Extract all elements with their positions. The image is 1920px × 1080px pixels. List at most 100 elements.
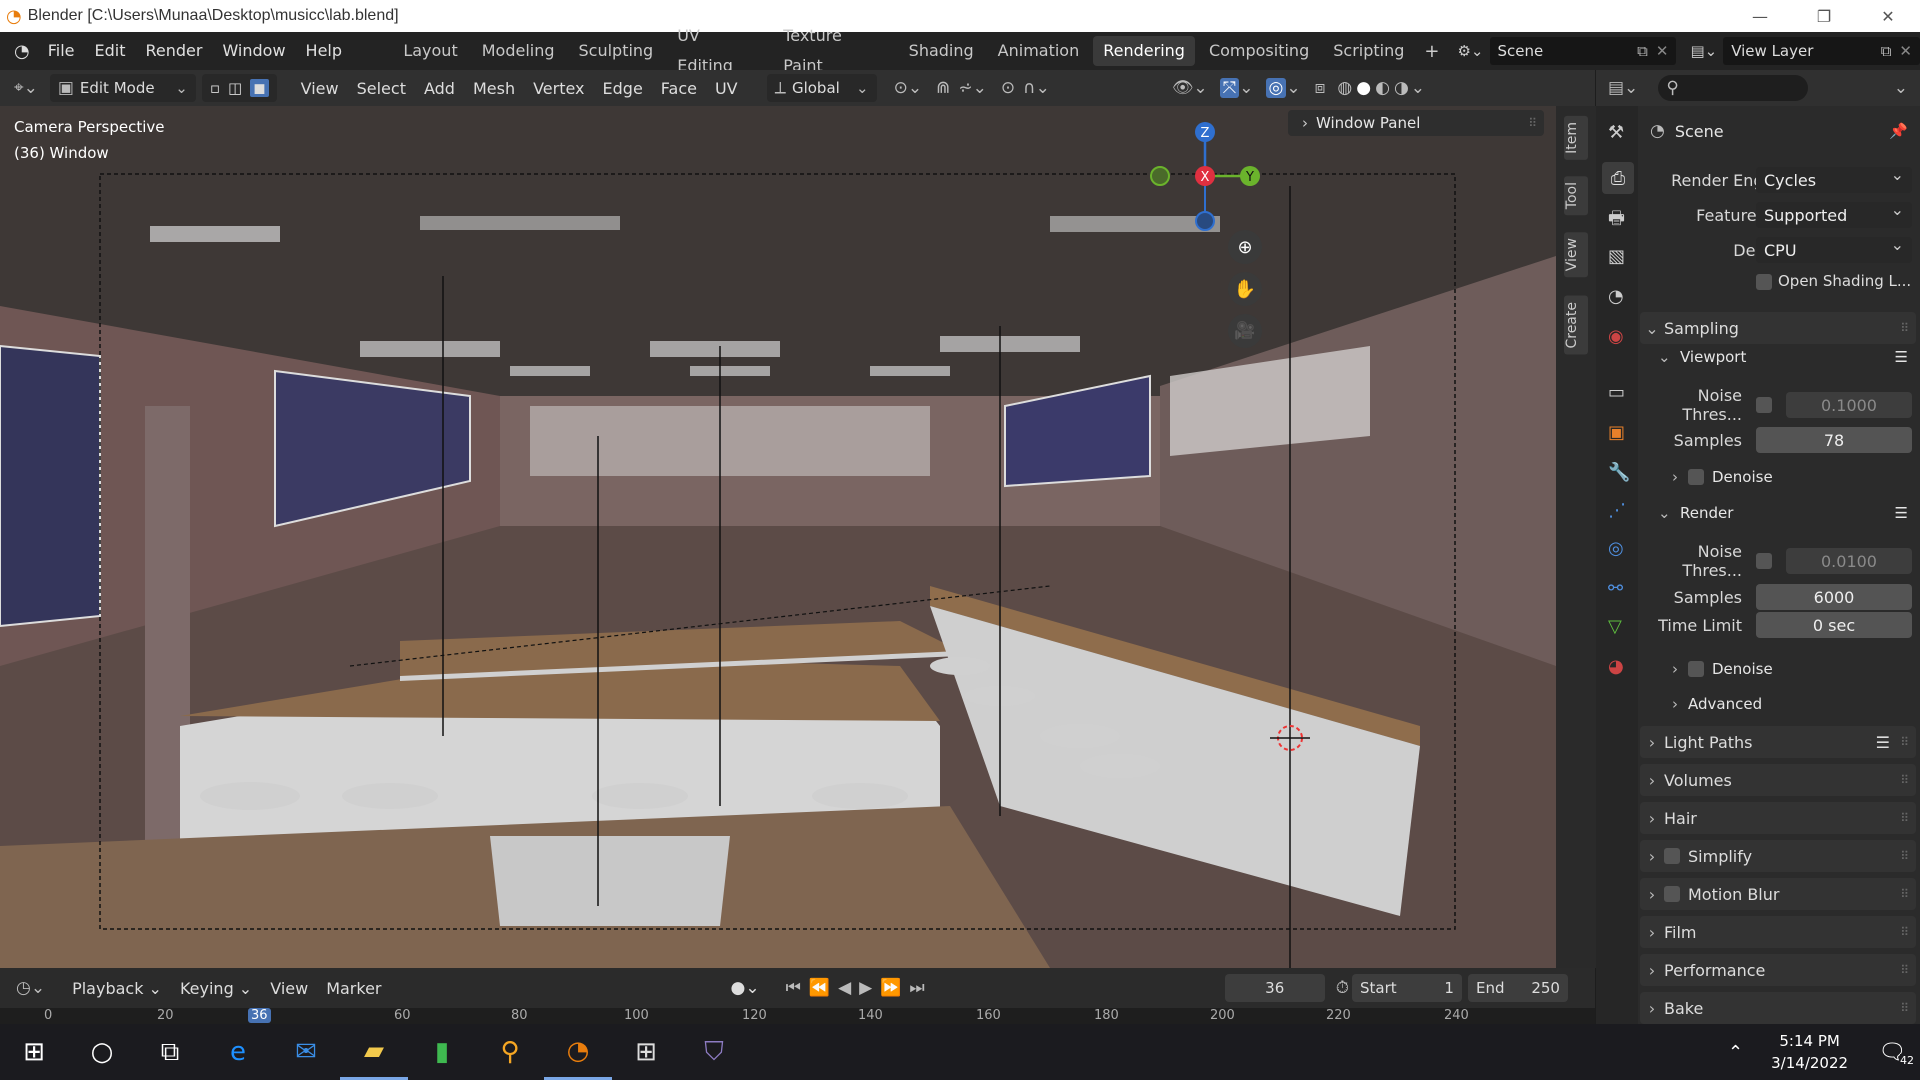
menu-vertex[interactable]: Vertex	[524, 79, 593, 98]
tab-tool[interactable]: Tool	[1564, 176, 1588, 216]
snap-target-icon[interactable]: ⩫⌄	[958, 78, 987, 98]
add-workspace-icon[interactable]: +	[1424, 41, 1439, 62]
render-samples-field[interactable]: 6000	[1756, 584, 1912, 610]
tab-item[interactable]: Item	[1564, 116, 1588, 160]
restore-button[interactable]: ❐	[1792, 0, 1856, 32]
search-circle-icon[interactable]: ○	[68, 1024, 136, 1080]
preset-list-icon[interactable]: ☰	[1876, 733, 1890, 752]
motion-blur-checkbox[interactable]	[1664, 886, 1680, 902]
play-icon[interactable]: ▶	[859, 978, 872, 998]
tool-properties-icon[interactable]: ⚒	[1608, 122, 1624, 143]
volumes-panel-header[interactable]: › Volumes ⠿	[1640, 764, 1916, 796]
camera-view-icon[interactable]: 🎥	[1228, 314, 1262, 348]
view-layer-icon[interactable]: ▤⌄	[1690, 42, 1717, 60]
falloff-icon[interactable]: ∩⌄	[1023, 78, 1050, 98]
view-layer-field[interactable]: View Layer ⧉ ✕	[1723, 37, 1920, 65]
menu-help[interactable]: Help	[296, 32, 352, 70]
edge-select-icon[interactable]: ◫	[228, 79, 242, 97]
overlays-icon[interactable]: ◎	[1265, 78, 1287, 98]
device-dropdown[interactable]: CPU	[1756, 235, 1912, 263]
transform-orientation-dropdown[interactable]: ⟂ Global ⌄	[766, 74, 877, 102]
render-denoise-checkbox[interactable]	[1688, 661, 1704, 677]
hair-panel-header[interactable]: › Hair ⠿	[1640, 802, 1916, 834]
jump-next-keyframe-icon[interactable]: ⏩	[880, 978, 901, 998]
proportional-edit-icon[interactable]: ⊙	[1001, 78, 1015, 98]
viewport-denoise-row[interactable]: › Denoise	[1672, 468, 1773, 486]
data-properties-icon[interactable]: ▽	[1608, 616, 1622, 637]
menu-render[interactable]: Render	[135, 32, 212, 70]
new-view-layer-icon[interactable]: ⧉	[1881, 42, 1892, 60]
render-noise-threshold-field[interactable]: 0.0100	[1786, 548, 1912, 574]
store-icon[interactable]: ⊞	[612, 1024, 680, 1080]
motion-blur-panel-header[interactable]: › Motion Blur ⠿	[1640, 878, 1916, 910]
viewport-samples-field[interactable]: 78	[1756, 427, 1912, 453]
simplify-checkbox[interactable]	[1664, 848, 1680, 864]
new-scene-icon[interactable]: ⧉	[1637, 42, 1648, 60]
properties-search-field[interactable]: ⚲	[1658, 75, 1809, 101]
solid-shading-icon[interactable]: ●	[1356, 78, 1371, 98]
jump-prev-keyframe-icon[interactable]: ⏪	[809, 978, 830, 998]
material-shading-icon[interactable]: ◐	[1375, 78, 1390, 98]
vertex-select-icon[interactable]: ▫	[210, 79, 220, 97]
green-app-icon[interactable]: ▮	[408, 1024, 476, 1080]
properties-editor-type-icon[interactable]: ▤⌄	[1608, 78, 1638, 98]
performance-panel-header[interactable]: › Performance ⠿	[1640, 954, 1916, 986]
tab-animation[interactable]: Animation	[988, 36, 1090, 66]
render-subpanel-header[interactable]: ⌄ Render ☰	[1658, 504, 1918, 522]
blender-taskbar-icon[interactable]: ◔	[544, 1024, 612, 1080]
overlays-dropdown-icon[interactable]: ⌄	[1286, 78, 1300, 98]
preset-list-icon[interactable]: ☰	[1895, 348, 1908, 366]
jump-end-icon[interactable]: ⏭	[909, 978, 924, 998]
windows-start-icon[interactable]: ⊞	[0, 1024, 68, 1080]
wireframe-shading-icon[interactable]: ◍	[1337, 78, 1352, 98]
particles-properties-icon[interactable]: ⋰	[1608, 500, 1626, 521]
zoom-icon[interactable]: ⊕	[1228, 230, 1262, 264]
rendered-shading-icon[interactable]: ◑	[1394, 78, 1409, 98]
playback-menu[interactable]: Playback ⌄	[63, 979, 171, 998]
current-frame-field[interactable]: 36	[1224, 974, 1325, 1002]
menu-uv[interactable]: UV	[706, 79, 747, 98]
tab-layout[interactable]: Layout	[393, 36, 467, 66]
tab-rendering[interactable]: Rendering	[1093, 36, 1195, 66]
blender-menu-icon[interactable]: ◔	[14, 41, 30, 62]
tab-modeling[interactable]: Modeling	[472, 36, 565, 66]
xray-icon[interactable]: ⧈	[1315, 78, 1326, 98]
scene-selector-icon[interactable]: ⚙⌄	[1457, 42, 1483, 60]
navigation-gizmo[interactable]: Z X Y	[1140, 106, 1270, 236]
viewport-subpanel-header[interactable]: ⌄ Viewport ☰	[1658, 348, 1918, 366]
tab-compositing[interactable]: Compositing	[1199, 36, 1319, 66]
physics-properties-icon[interactable]: ◎	[1608, 538, 1624, 559]
constraints-properties-icon[interactable]: ⚯	[1608, 578, 1623, 599]
render-engine-dropdown[interactable]: Cycles	[1756, 165, 1912, 193]
play-reverse-icon[interactable]: ◀	[838, 978, 851, 998]
notifications-icon[interactable]: 🗨 42	[1878, 1040, 1914, 1067]
menu-edge[interactable]: Edge	[594, 79, 652, 98]
keying-menu[interactable]: Keying ⌄	[171, 979, 261, 998]
file-explorer-icon[interactable]: ▰	[340, 1024, 408, 1080]
editor-type-icon[interactable]: ⌖⌄	[14, 78, 38, 98]
face-select-icon[interactable]: ◼	[250, 79, 269, 97]
viewport-noise-threshold-field[interactable]: 0.1000	[1786, 392, 1912, 418]
viewport-denoise-checkbox[interactable]	[1688, 469, 1704, 485]
tab-view[interactable]: View	[1564, 232, 1588, 278]
tab-sculpting[interactable]: Sculpting	[569, 36, 664, 66]
output-properties-icon[interactable]: 🖶	[1608, 206, 1625, 236]
minimize-button[interactable]: —	[1728, 0, 1792, 32]
current-frame-marker[interactable]: 36	[248, 1008, 271, 1023]
menu-face[interactable]: Face	[652, 79, 706, 98]
menu-view[interactable]: View	[292, 79, 348, 98]
mode-dropdown[interactable]: ▣ Edit Mode ⌄	[49, 74, 196, 102]
render-denoise-row[interactable]: › Denoise	[1672, 660, 1773, 678]
material-properties-icon[interactable]: ◕	[1608, 656, 1624, 677]
timeline-editor-type-icon[interactable]: ◷⌄	[16, 978, 45, 998]
menu-select[interactable]: Select	[348, 79, 415, 98]
edge-browser-icon[interactable]: e	[204, 1024, 272, 1080]
auto-keying-icon[interactable]: ●⌄	[731, 978, 760, 998]
3d-viewport[interactable]: Camera Perspective (36) Window › Window …	[0, 106, 1556, 968]
start-frame-field[interactable]: Start 1	[1351, 974, 1462, 1002]
tray-chevron-up-icon[interactable]: ⌃	[1728, 1042, 1743, 1063]
preset-list-icon[interactable]: ☰	[1895, 504, 1908, 522]
menu-edit[interactable]: Edit	[85, 32, 136, 70]
mail-icon[interactable]: ✉	[272, 1024, 340, 1080]
window-panel[interactable]: › Window Panel ⠿	[1288, 110, 1544, 136]
